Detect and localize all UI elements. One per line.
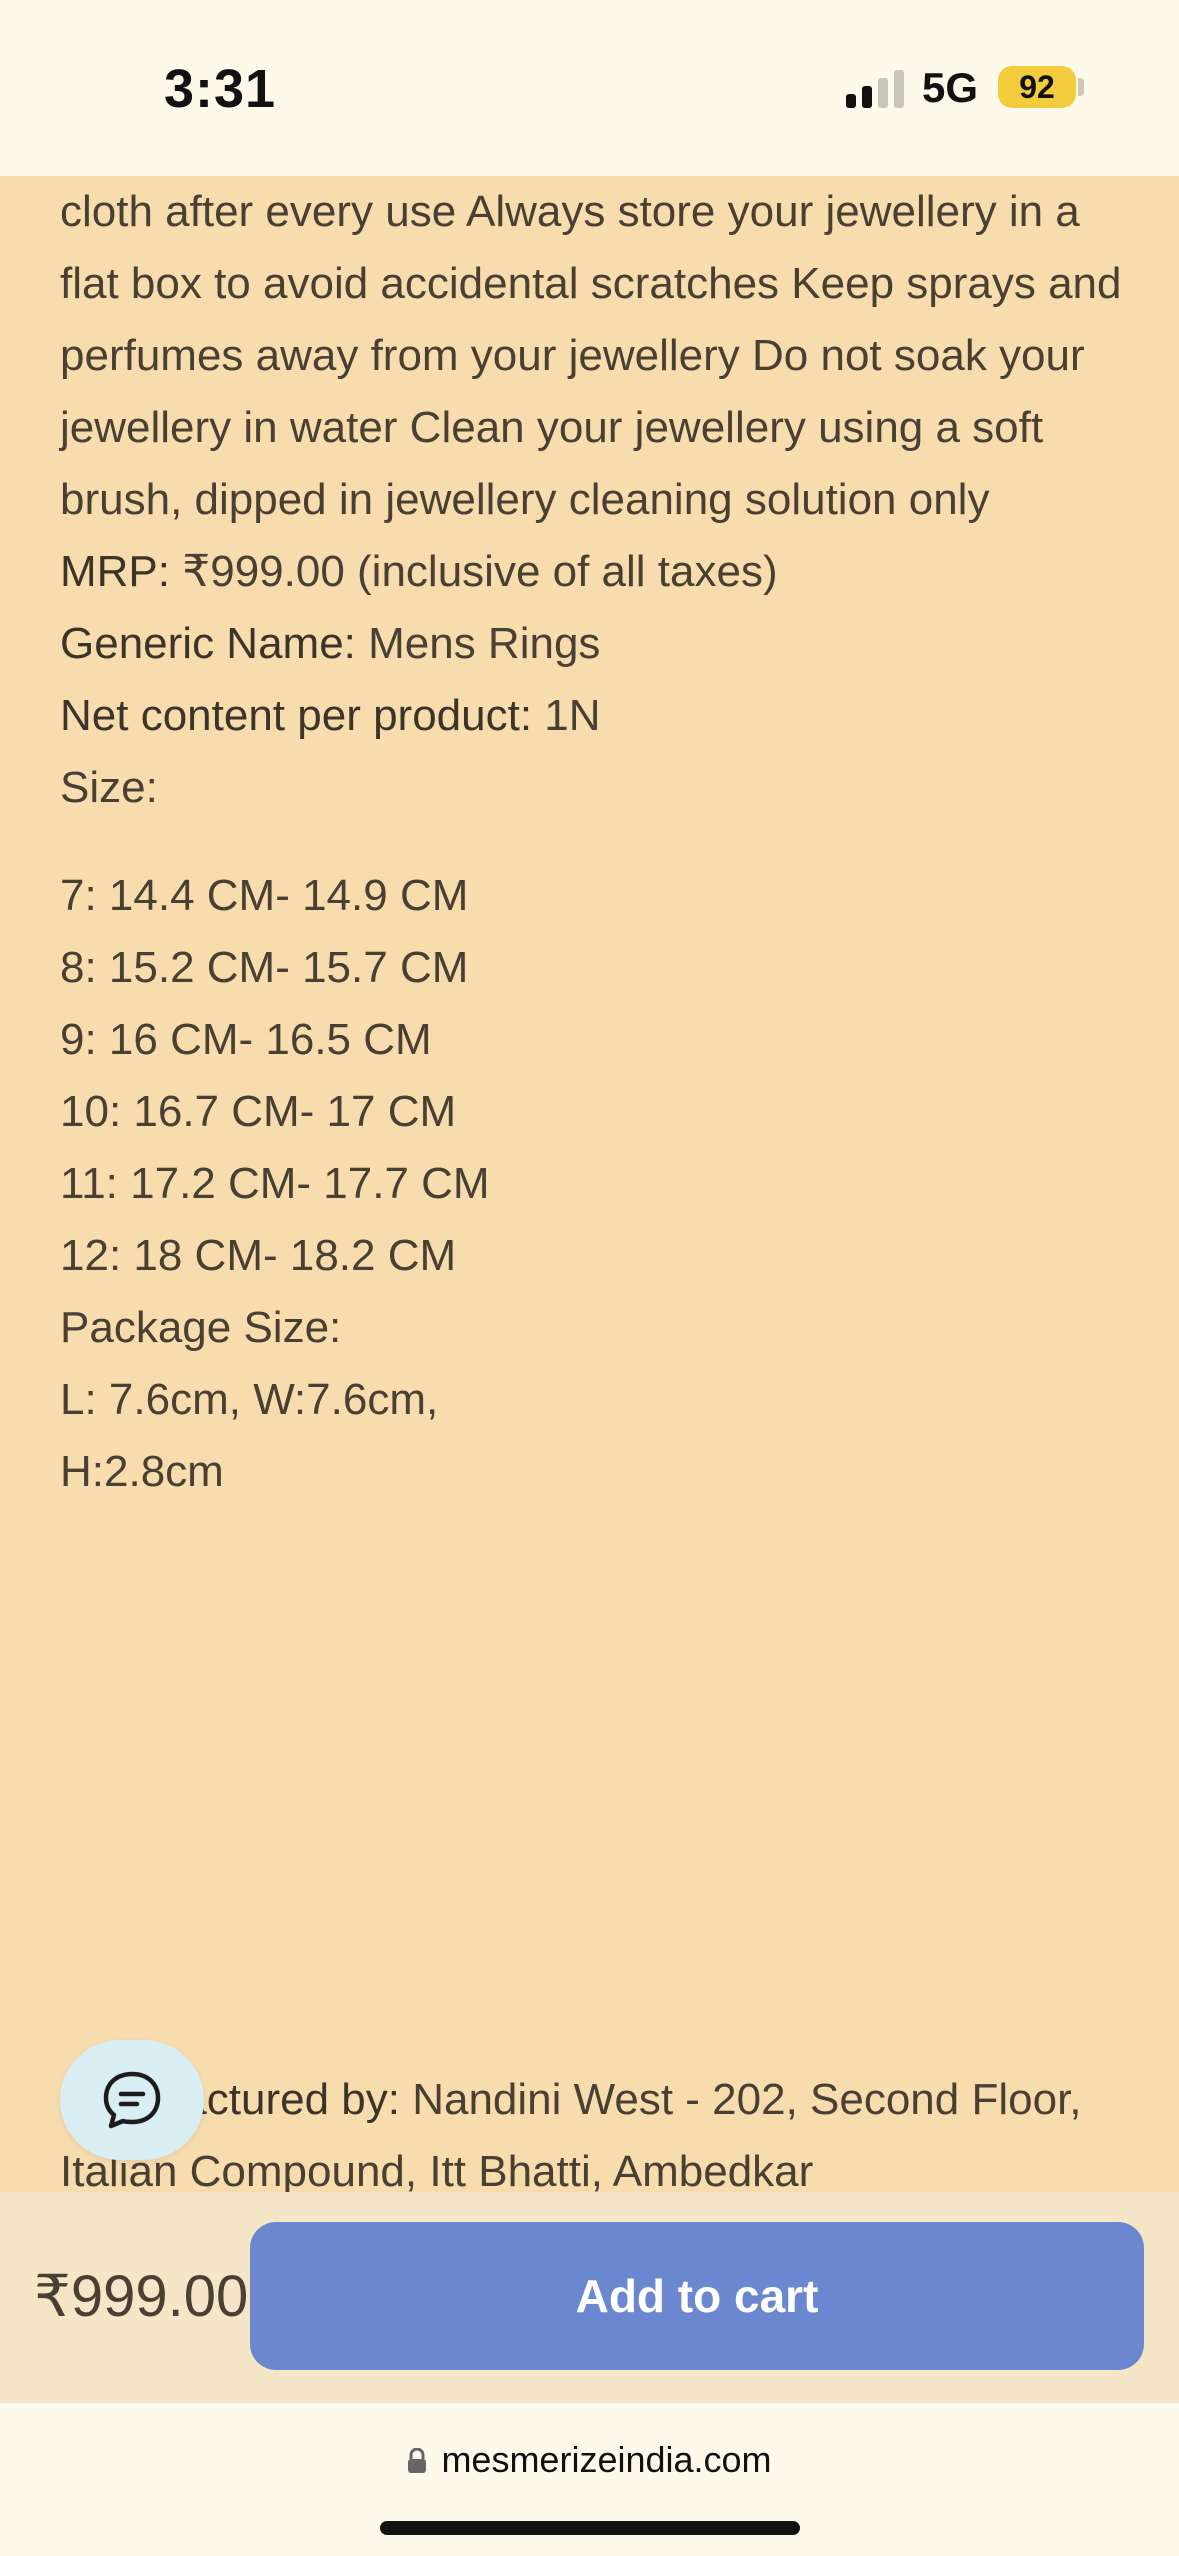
net-content-line: Net content per product: 1N <box>60 680 1140 752</box>
net-content-label: Net content per product: <box>60 691 533 740</box>
net-content-value: 1N <box>532 691 601 740</box>
url-display[interactable]: mesmerizeindia.com <box>0 2439 1179 2481</box>
size-item: 11: 17.2 CM- 17.7 CM <box>60 1159 490 1208</box>
size-heading: Size: <box>60 763 158 812</box>
status-bar: 3:31 5G 92 <box>0 0 1179 176</box>
size-item: 7: 14.4 CM- 14.9 CM <box>60 871 469 920</box>
battery-level: 92 <box>998 66 1076 108</box>
mrp-value: ₹999.00 (inclusive of all taxes) <box>170 547 778 596</box>
network-type: 5G <box>922 64 979 111</box>
size-item: 12: 18 CM- 18.2 CM <box>60 1231 457 1280</box>
package-size-label: Package Size: <box>60 1303 342 1352</box>
package-height: H:2.8cm <box>60 1447 224 1496</box>
generic-name-line: Generic Name: Mens Rings <box>60 608 1140 680</box>
mrp-label: MRP: <box>60 547 170 596</box>
generic-name-label: Generic Name: <box>60 619 356 668</box>
size-list: 7: 14.4 CM- 14.9 CM 8: 15.2 CM- 15.7 CM … <box>60 860 1140 1508</box>
home-indicator[interactable] <box>380 2521 800 2535</box>
lock-icon <box>408 2448 427 2473</box>
care-instructions: cloth after every use Always store your … <box>60 187 1122 524</box>
add-to-cart-button[interactable]: Add to cart <box>250 2222 1144 2370</box>
package-dimensions: L: 7.6cm, W:7.6cm, <box>60 1375 439 1424</box>
size-item: 9: 16 CM- 16.5 CM <box>60 1015 432 1064</box>
browser-address-bar[interactable]: mesmerizeindia.com <box>0 2402 1179 2556</box>
size-item: 8: 15.2 CM- 15.7 CM <box>60 943 469 992</box>
cart-price: ₹999.00 <box>34 2264 249 2329</box>
chat-button[interactable] <box>60 2040 204 2160</box>
chat-icon <box>103 2071 161 2129</box>
status-time: 3:31 <box>164 59 277 119</box>
cellular-signal-icon <box>846 70 904 108</box>
mrp-line: MRP: ₹999.00 (inclusive of all taxes) <box>60 536 1140 608</box>
size-item: 10: 16.7 CM- 17 CM <box>60 1087 457 1136</box>
product-details: cloth after every use Always store your … <box>60 176 1140 1508</box>
url-text: mesmerizeindia.com <box>441 2439 772 2480</box>
battery-icon <box>1078 78 1084 96</box>
manufacturer-line: Manufactured by: Nandini West - 202, Sec… <box>60 2064 1140 2208</box>
generic-name-value: Mens Rings <box>355 619 601 668</box>
